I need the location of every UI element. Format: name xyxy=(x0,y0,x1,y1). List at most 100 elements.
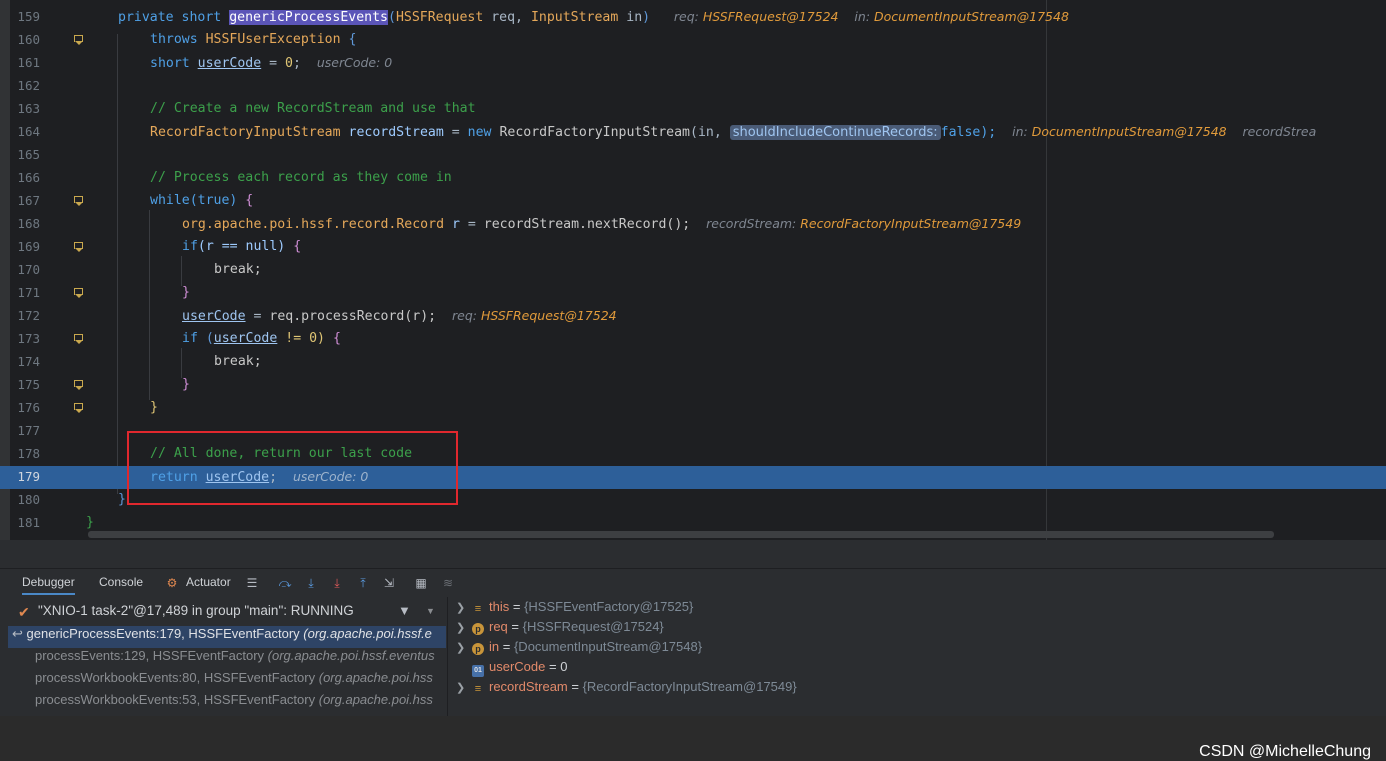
method-name-highlight: genericProcessEvents xyxy=(229,10,388,25)
line-number: 167 xyxy=(17,193,40,208)
expand-arrow-icon: ❯ xyxy=(456,642,466,654)
code-text: userCode = req.processRecord(r); req: HS… xyxy=(182,308,617,324)
line-number: 162 xyxy=(17,78,40,93)
variable-row[interactable]: ❯ p req = {HSSFRequest@17524} xyxy=(456,619,664,639)
code-line[interactable]: 175 } xyxy=(0,374,1386,397)
tab-console[interactable]: Console xyxy=(99,575,143,589)
fold-marker-icon[interactable] xyxy=(74,288,83,298)
line-number: 175 xyxy=(17,377,40,392)
tab-debugger[interactable]: Debugger xyxy=(22,575,75,595)
stack-frame[interactable]: ↩ genericProcessEvents:179, HSSFEventFac… xyxy=(8,626,446,648)
line-number: 170 xyxy=(17,262,40,277)
code-line[interactable]: 168 org.apache.poi.hssf.record.Record r … xyxy=(0,213,1386,236)
line-number: 169 xyxy=(17,239,40,254)
code-text: RecordFactoryInputStream recordStream = … xyxy=(150,124,1317,140)
code-line[interactable]: 171 } xyxy=(0,282,1386,305)
chevron-down-icon[interactable]: ▼ xyxy=(426,606,435,616)
code-line[interactable]: 165 xyxy=(0,144,1386,167)
fold-marker-icon[interactable] xyxy=(74,380,83,390)
code-comment: // Create a new RecordStream and use tha… xyxy=(150,101,476,116)
line-number: 160 xyxy=(17,32,40,47)
stack-frame[interactable]: processWorkbookEvents:53, HSSFEventFacto… xyxy=(8,692,446,714)
code-text: } xyxy=(150,400,158,415)
menu-lines-icon[interactable]: ☰ xyxy=(244,576,260,590)
code-line[interactable]: 166 // Process each record as they come … xyxy=(0,167,1386,190)
code-editor[interactable]: 159 private short genericProcessEvents(H… xyxy=(0,0,1386,540)
step-out-icon[interactable]: ⤒ xyxy=(355,576,371,590)
line-number: 166 xyxy=(17,170,40,185)
code-line[interactable]: 159 private short genericProcessEvents(H… xyxy=(0,6,1386,29)
code-line[interactable]: 174 break; xyxy=(0,351,1386,374)
thread-selector[interactable]: "XNIO-1 task-2"@17,489 in group "main": … xyxy=(38,603,354,618)
variable-row[interactable]: ❯ p in = {DocumentInputStream@17548} xyxy=(456,639,702,659)
code-line[interactable]: 172 userCode = req.processRecord(r); req… xyxy=(0,305,1386,328)
tool-window-header xyxy=(0,540,1386,569)
line-number: 168 xyxy=(17,216,40,231)
fold-marker-icon[interactable] xyxy=(74,35,83,45)
fold-marker-icon[interactable] xyxy=(74,196,83,206)
horizontal-scrollbar[interactable] xyxy=(88,531,1274,538)
run-to-cursor-icon[interactable]: ⇲ xyxy=(381,576,397,590)
code-comment: // Process each record as they come in xyxy=(150,170,452,185)
debug-tool-window: Debugger Console ⚙ Actuator ☰ ⤼ ⤓ ⤓ ⤒ ⇲ … xyxy=(0,540,1386,760)
variable-row[interactable]: 01 userCode = 0 xyxy=(456,659,567,679)
stack-frame[interactable]: processEvents:129, HSSFEventFactory (org… xyxy=(8,648,446,670)
code-line[interactable]: 170 break; xyxy=(0,259,1386,282)
annotation-highlight-box xyxy=(127,431,458,505)
tab-actuator[interactable]: Actuator xyxy=(186,575,231,589)
expand-arrow-icon: ❯ xyxy=(456,622,466,634)
fold-marker-icon[interactable] xyxy=(74,242,83,252)
code-text: short userCode = 0; userCode: 0 xyxy=(150,55,393,71)
line-number: 173 xyxy=(17,331,40,346)
fold-marker-icon[interactable] xyxy=(74,403,83,413)
code-text: throws HSSFUserException { xyxy=(150,32,357,47)
line-number: 174 xyxy=(17,354,40,369)
watermark: CSDN @MichelleChung xyxy=(1199,743,1371,760)
inline-debug-hint: req: HSSFRequest@17524 xyxy=(452,308,617,323)
code-line[interactable]: 160 throws HSSFUserException { xyxy=(0,29,1386,52)
code-text: } xyxy=(182,285,190,300)
variables-panel: ❯ ≡ this = {HSSFEventFactory@17525} ❯ p req … xyxy=(447,597,1386,760)
line-number: 181 xyxy=(17,515,40,530)
expand-arrow-icon: ❯ xyxy=(456,682,466,694)
parameter-name-hint: shouldIncludeContinueRecords: xyxy=(729,125,941,140)
evaluate-expression-icon[interactable]: ▦ xyxy=(413,576,429,590)
trace-icon[interactable]: ≋ xyxy=(440,576,456,590)
line-number: 163 xyxy=(17,101,40,116)
code-line[interactable]: 164 RecordFactoryInputStream recordStrea… xyxy=(0,121,1386,144)
code-text: if(r == null) { xyxy=(182,239,302,254)
inline-debug-hint: in: DocumentInputStream@17548 recordStre… xyxy=(1012,124,1317,139)
line-number: 177 xyxy=(17,423,40,438)
parameter-icon: p xyxy=(472,623,484,635)
code-text: if (userCode != 0) { xyxy=(182,331,341,346)
line-number: 161 xyxy=(17,55,40,70)
code-text: } xyxy=(118,492,126,507)
debug-toolbar: Debugger Console ⚙ Actuator ☰ ⤼ ⤓ ⤓ ⤒ ⇲ … xyxy=(0,569,1386,597)
code-line[interactable]: 162 xyxy=(0,75,1386,98)
code-text: private short genericProcessEvents(HSSFR… xyxy=(118,9,1069,25)
code-text: while(true) { xyxy=(150,193,254,208)
primitive-icon: 01 xyxy=(472,665,484,677)
expand-arrow-icon: ❯ xyxy=(456,602,466,614)
filter-icon[interactable]: ▼ xyxy=(398,603,411,618)
step-over-icon[interactable]: ⤓ xyxy=(303,576,319,590)
actuator-icon: ⚙ xyxy=(166,576,178,590)
code-line[interactable]: 173 if (userCode != 0) { xyxy=(0,328,1386,351)
variable-row[interactable]: ❯ ≡ recordStream = {RecordFactoryInputStre… xyxy=(456,679,797,699)
fold-marker-icon[interactable] xyxy=(74,334,83,344)
line-number: 165 xyxy=(17,147,40,162)
code-line[interactable]: 176 } xyxy=(0,397,1386,420)
stack-frame[interactable]: processWorkbookEvents:80, HSSFEventFacto… xyxy=(8,670,446,692)
line-number: 172 xyxy=(17,308,40,323)
code-text: } xyxy=(86,515,94,530)
code-line[interactable]: 163 // Create a new RecordStream and use… xyxy=(0,98,1386,121)
check-icon: ✔ xyxy=(18,604,30,620)
step-into-icon[interactable]: ⤓ xyxy=(329,576,345,590)
code-line[interactable]: 169 if(r == null) { xyxy=(0,236,1386,259)
variable-row[interactable]: ❯ ≡ this = {HSSFEventFactory@17525} xyxy=(456,599,693,619)
show-execution-point-icon[interactable]: ⤼ xyxy=(277,576,293,590)
line-number: 178 xyxy=(17,446,40,461)
code-text: } xyxy=(182,377,190,392)
code-line[interactable]: 167 while(true) { xyxy=(0,190,1386,213)
code-line[interactable]: 161 short userCode = 0; userCode: 0 xyxy=(0,52,1386,75)
